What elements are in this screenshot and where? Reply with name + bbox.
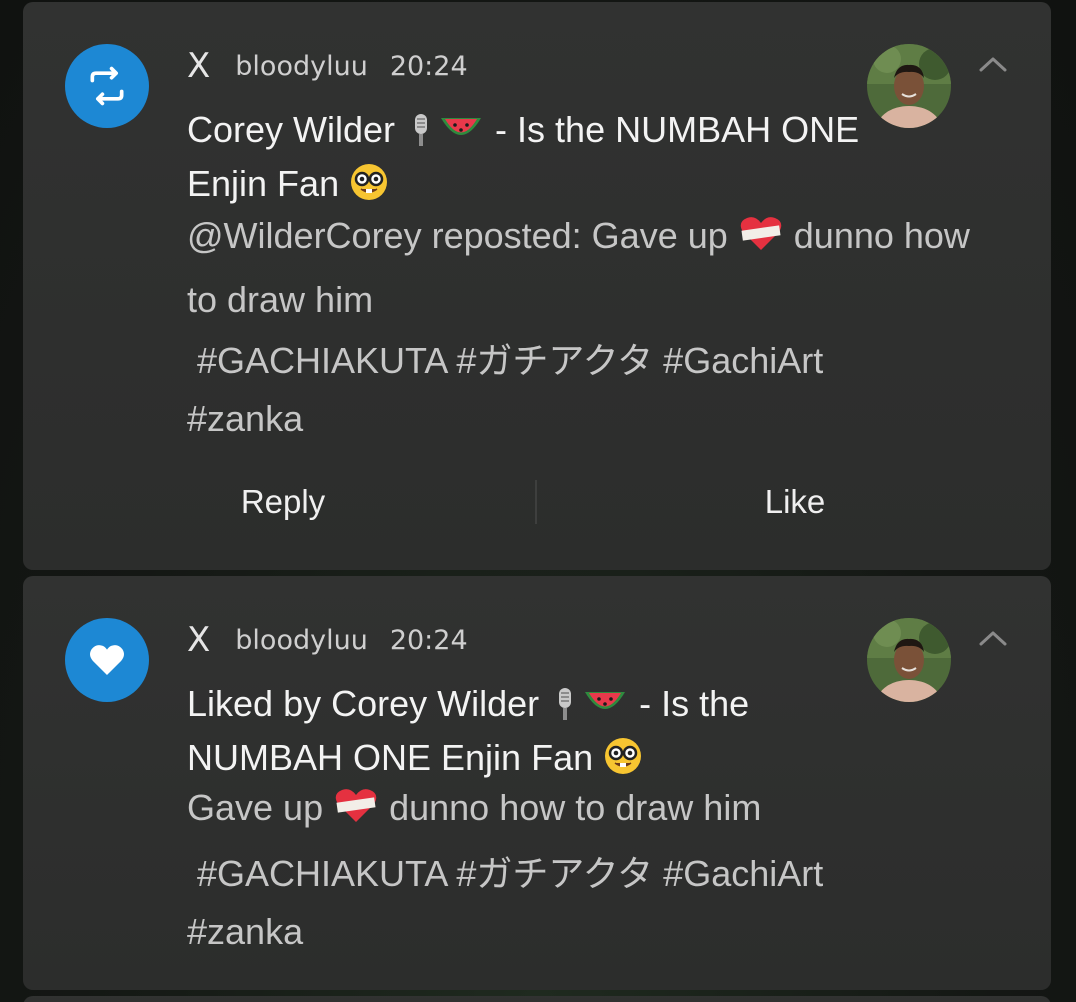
notification-actions: Reply Like: [23, 470, 1051, 534]
body-text-end: dunno how to draw him: [379, 787, 762, 828]
notification-title: Corey Wilder - Is the NUMBAH ONE Enjin F…: [187, 106, 887, 214]
hashtags-line-1: #GACHIAKUTA #ガチアクタ #GachiArt: [187, 853, 824, 894]
timestamp: 20:24: [389, 50, 468, 82]
heart-icon: [90, 645, 124, 675]
app-badge: [65, 44, 149, 128]
title-text-start: Corey Wilder: [187, 109, 406, 150]
notification-shade: X bloodyluu 20:24 Corey Wilder - Is the …: [0, 0, 1076, 1002]
repost-icon: [90, 66, 124, 106]
hashtags-line-1: #GACHIAKUTA #ガチアクタ #GachiArt: [187, 340, 824, 381]
app-name: X: [187, 46, 212, 86]
reply-button[interactable]: Reply: [173, 470, 393, 534]
like-button[interactable]: Like: [685, 470, 905, 534]
hashtags-line-2: #zanka: [187, 398, 304, 439]
watermelon-icon: [581, 686, 629, 734]
notification-card-next[interactable]: [23, 996, 1051, 1002]
mending-heart-icon: [333, 785, 379, 843]
notification-body: @WilderCorey reposted: Gave up dunno how…: [187, 207, 1007, 329]
body-text-start: Gave up: [187, 787, 334, 828]
app-name: X: [187, 620, 212, 660]
microphone-icon: [549, 686, 581, 734]
notification-card-like[interactable]: X bloodyluu 20:24 Liked by Corey Wilder …: [23, 576, 1051, 990]
chevron-up-icon[interactable]: [973, 624, 1013, 654]
action-divider: [535, 480, 537, 524]
account-name: bloodyluu: [235, 50, 368, 82]
notification-title: Liked by Corey Wilder - Is the NUMBAH ON…: [187, 680, 887, 788]
watermelon-icon: [437, 112, 485, 160]
microphone-icon: [405, 112, 437, 160]
hashtags: #GACHIAKUTA #ガチアクタ #GachiArt #zanka: [187, 332, 1007, 448]
app-badge: [65, 618, 149, 702]
account-name: bloodyluu: [235, 624, 368, 656]
notification-body: Gave up dunno how to draw him: [187, 779, 1007, 843]
body-text-start: @WilderCorey reposted: Gave up: [187, 215, 738, 256]
notification-header: X bloodyluu 20:24: [187, 618, 468, 662]
hashtags: #GACHIAKUTA #ガチアクタ #GachiArt #zanka: [187, 845, 1007, 961]
notification-header: X bloodyluu 20:24: [187, 44, 468, 88]
notification-card-repost[interactable]: X bloodyluu 20:24 Corey Wilder - Is the …: [23, 2, 1051, 570]
hashtags-line-2: #zanka: [187, 911, 304, 952]
chevron-up-icon[interactable]: [973, 50, 1013, 80]
mending-heart-icon: [738, 213, 784, 271]
timestamp: 20:24: [389, 624, 468, 656]
title-text-start: Liked by Corey Wilder: [187, 683, 550, 724]
